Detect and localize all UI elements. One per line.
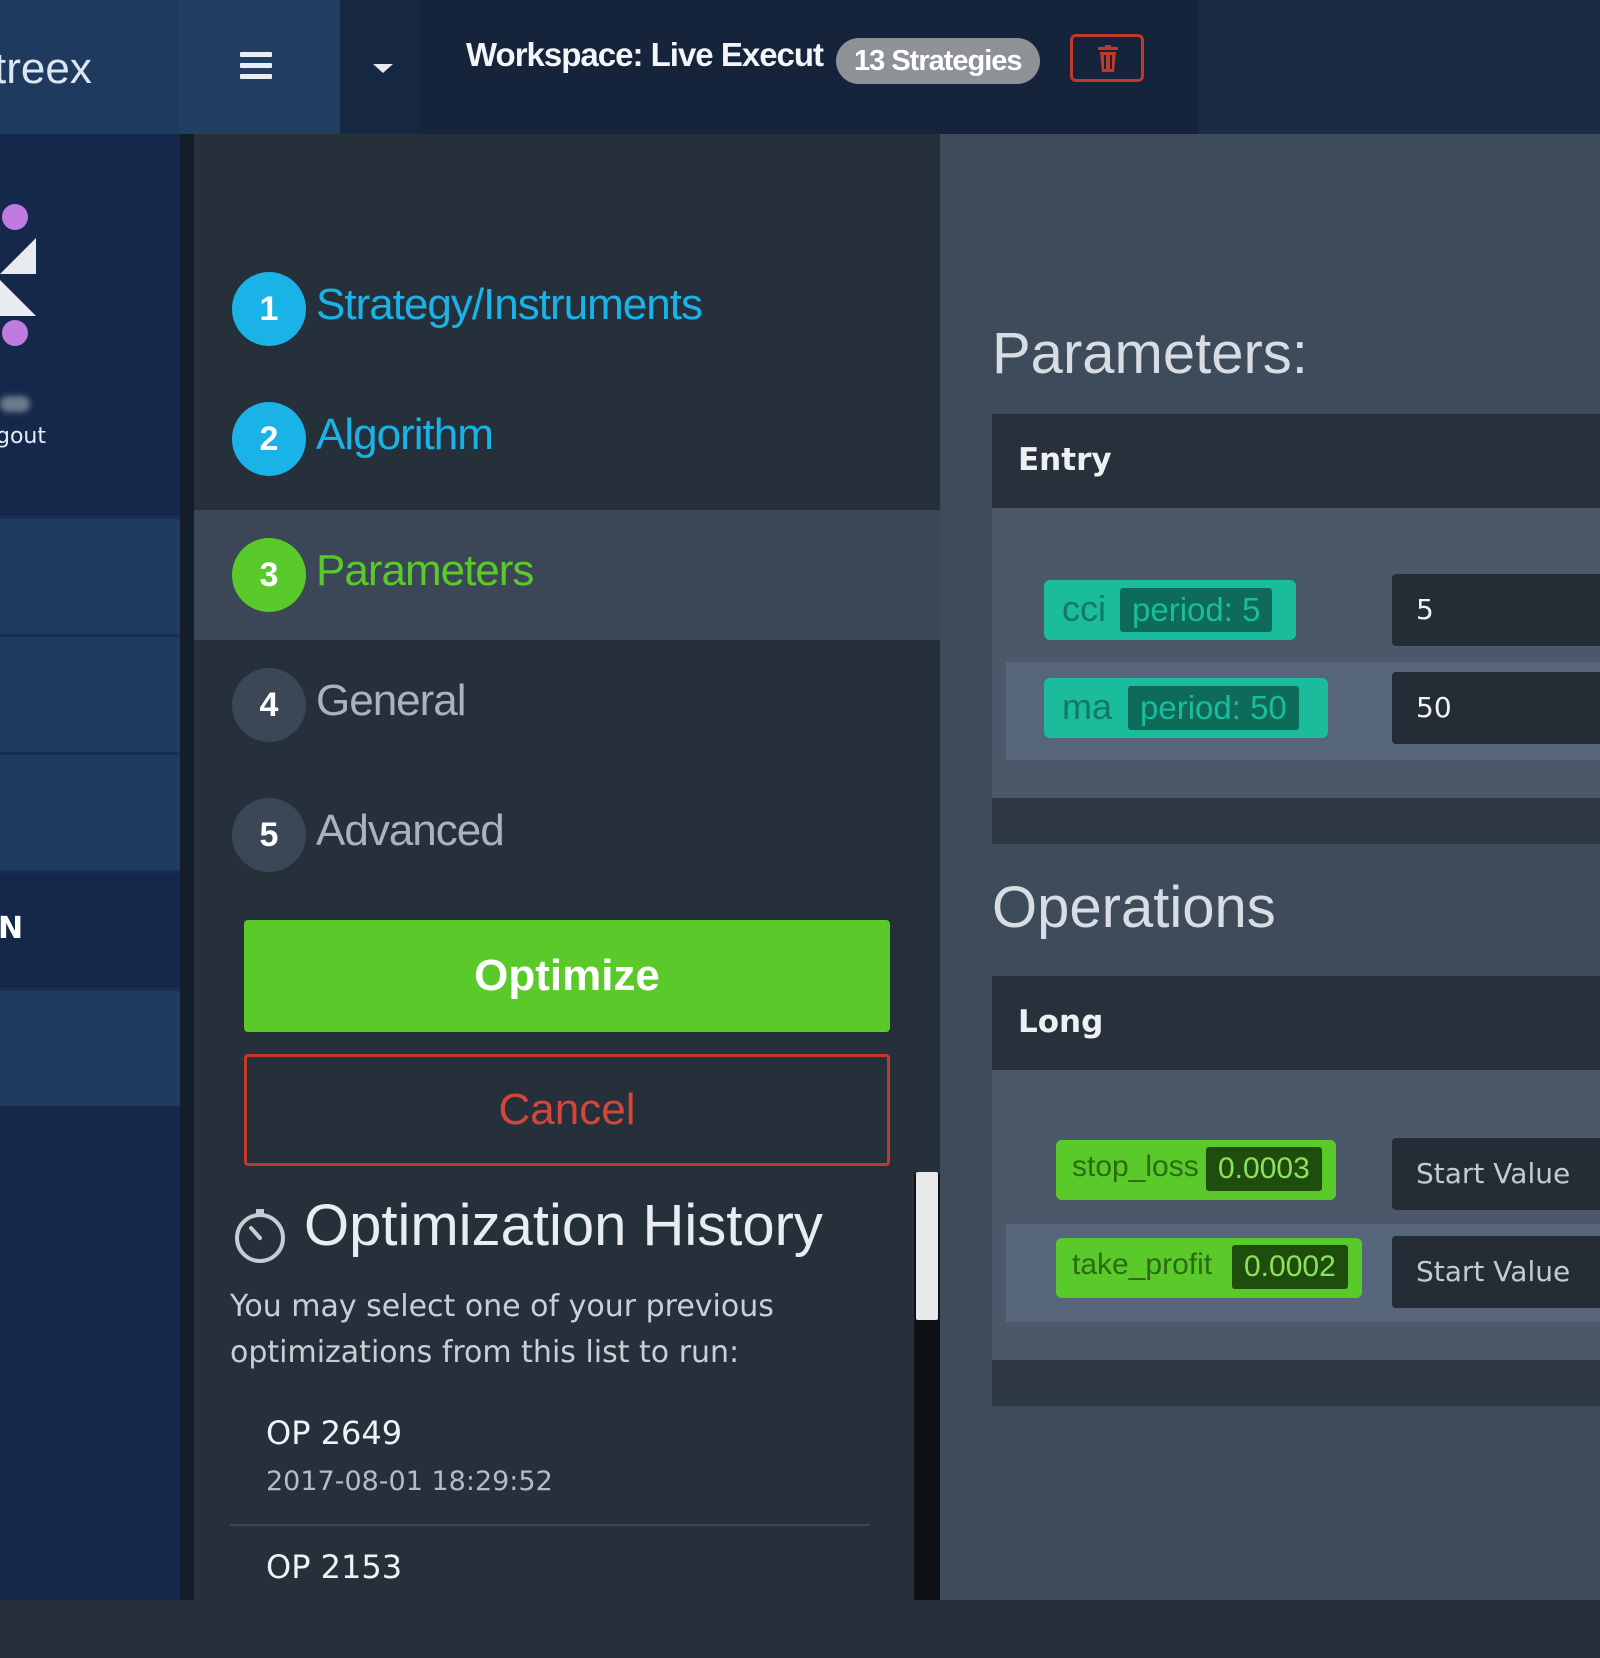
workspace-dropdown-button[interactable] — [340, 0, 422, 134]
take-profit-start-value-input[interactable]: Start Value — [1392, 1236, 1600, 1308]
workspace-header: Workspace: Live Execut 13 Strategies — [422, 0, 1198, 134]
param-input-ma[interactable]: 50 — [1392, 672, 1600, 744]
step-label: General — [316, 676, 467, 725]
history-list-item[interactable]: OP 2153 — [230, 1528, 870, 1658]
step-number: 4 — [232, 668, 306, 742]
step-label: Advanced — [316, 806, 505, 855]
operations-title: Operations — [992, 875, 1276, 940]
step-strategy-instruments[interactable]: 1 Strategy/Instruments — [194, 244, 940, 374]
param-tag-cci: cci period: 5 — [1044, 580, 1296, 640]
step-number: 5 — [232, 798, 306, 872]
step-general[interactable]: 4 General — [194, 640, 940, 770]
stopwatch-icon — [235, 1209, 285, 1263]
workspace-title: Workspace: Live Execut — [466, 36, 824, 73]
step-algorithm[interactable]: 2 Algorithm — [194, 374, 940, 504]
brand-name: treex — [0, 44, 92, 93]
history-item-name: OP 2153 — [266, 1548, 403, 1586]
param-key: ma — [1062, 686, 1113, 727]
nav-item-1[interactable] — [0, 516, 180, 637]
main-content: Parameters: Entry cci period: 5 5 ma per… — [940, 134, 1600, 1600]
param-input-cci[interactable]: 5 — [1392, 574, 1600, 646]
logout-link[interactable]: gout — [0, 424, 46, 449]
trash-icon — [1098, 45, 1118, 72]
user-profile: gout — [0, 134, 180, 516]
param-tag-take-profit: take_profit 0.0002 — [1056, 1238, 1362, 1298]
param-tag-value: period: 50 — [1128, 686, 1299, 730]
optimization-history-description: You may select one of your previous opti… — [230, 1289, 774, 1370]
scrollbar-thumb[interactable] — [916, 1172, 938, 1320]
param-tag-value: 0.0003 — [1206, 1147, 1322, 1191]
entry-card-header: Entry — [992, 414, 1600, 508]
left-nav: gout N — [0, 134, 180, 1600]
top-bar: treex Workspace: Live Execut 13 Strategi… — [0, 0, 1600, 134]
param-tag-ma: ma period: 50 — [1044, 678, 1328, 738]
logo-dot-bottom — [2, 320, 28, 346]
caret-down-icon — [373, 64, 393, 73]
step-number: 2 — [232, 402, 306, 476]
optimize-button[interactable]: Optimize — [244, 920, 890, 1032]
delete-workspace-button[interactable] — [1070, 34, 1144, 82]
param-tag-value: 0.0002 — [1232, 1245, 1348, 1289]
step-label: Algorithm — [316, 410, 494, 459]
step-number: 3 — [232, 538, 306, 612]
parameters-title: Parameters: — [992, 321, 1308, 386]
entry-header-label: Entry — [1018, 442, 1112, 478]
strategies-count-badge: 13 Strategies — [836, 38, 1040, 84]
nav-item-3[interactable] — [0, 752, 180, 873]
step-advanced[interactable]: 5 Advanced — [194, 770, 940, 900]
step-label: Parameters — [316, 546, 534, 595]
cancel-button[interactable]: Cancel — [244, 1054, 890, 1166]
logo-icon — [0, 238, 36, 316]
param-key: take_profit — [1072, 1248, 1213, 1281]
hamburger-icon — [240, 52, 272, 80]
long-header-label: Long — [1018, 1004, 1104, 1040]
user-name-blurred — [0, 396, 30, 412]
history-item-name: OP 2649 — [266, 1414, 403, 1452]
brand[interactable]: treex — [0, 0, 178, 134]
nav-item-label: N — [0, 911, 24, 946]
long-card-header: Long — [992, 976, 1600, 1070]
step-label: Strategy/Instruments — [316, 280, 703, 329]
nav-filler — [0, 1106, 180, 1600]
step-number: 1 — [232, 272, 306, 346]
menu-button[interactable] — [178, 0, 340, 134]
param-key: cci — [1062, 588, 1106, 629]
nav-item-5[interactable] — [0, 988, 180, 1109]
nav-item-4[interactable]: N — [0, 870, 180, 991]
logo-dot-top — [2, 204, 28, 230]
history-list-item[interactable]: OP 2649 2017-08-01 18:29:52 — [230, 1394, 870, 1526]
long-card-footer — [992, 1360, 1600, 1406]
param-tag-value: period: 5 — [1120, 588, 1273, 632]
nav-item-2[interactable] — [0, 634, 180, 755]
history-item-date: 2017-08-01 18:29:52 — [266, 1466, 553, 1497]
param-tag-stop-loss: stop_loss 0.0003 — [1056, 1140, 1336, 1200]
wizard-panel: 1 Strategy/Instruments 2 Algorithm 3 Par… — [194, 134, 940, 1600]
param-key: stop_loss — [1072, 1150, 1199, 1183]
panel-divider — [180, 134, 194, 1600]
stop-loss-start-value-input[interactable]: Start Value — [1392, 1138, 1600, 1210]
optimization-history-title: Optimization History — [304, 1193, 823, 1258]
entry-card-footer — [992, 798, 1600, 844]
step-parameters[interactable]: 3 Parameters — [194, 510, 940, 640]
